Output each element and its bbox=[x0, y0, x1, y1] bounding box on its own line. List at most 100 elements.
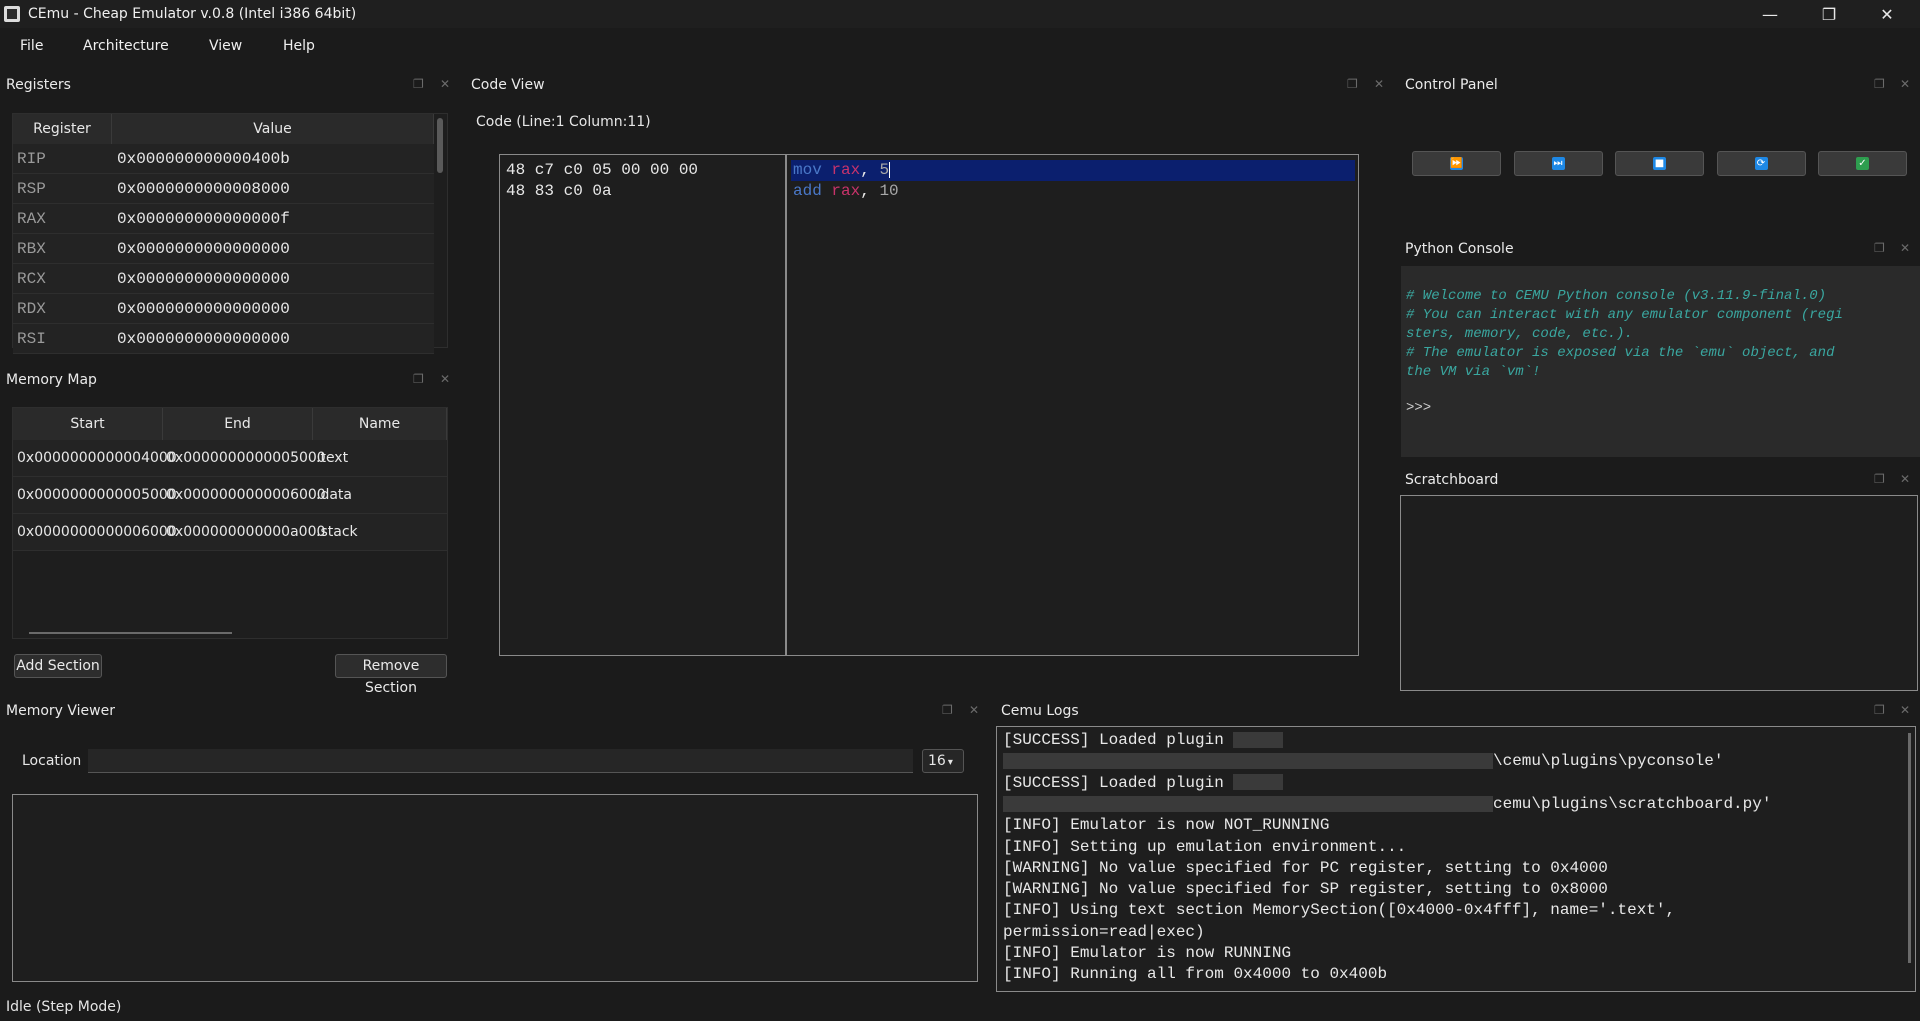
memory-map-name: .stack bbox=[316, 524, 358, 540]
float-icon[interactable]: ❐ bbox=[942, 703, 953, 717]
register-value: 0x0000000000000000 bbox=[117, 330, 290, 348]
memory-map-name: .data bbox=[316, 487, 352, 503]
register-row[interactable]: RIP 0x000000000000400b bbox=[13, 144, 434, 174]
step-button[interactable]: ⏭ bbox=[1513, 151, 1603, 176]
register-name: RSI bbox=[17, 330, 46, 348]
stop-button[interactable]: ■ bbox=[1615, 151, 1704, 176]
reset-icon: ⟳ bbox=[1754, 157, 1768, 170]
float-icon[interactable]: ❐ bbox=[1874, 703, 1885, 717]
python-console[interactable]: # Welcome to CEMU Python console (v3.11.… bbox=[1401, 266, 1920, 457]
code-bytes-panel[interactable]: 48 c7 c0 05 00 00 00 48 83 c0 0a bbox=[499, 154, 786, 656]
scratchboard-editor[interactable] bbox=[1400, 495, 1918, 691]
code-line: add rax, 10 bbox=[793, 182, 899, 200]
memory-map-start: 0x0000000000005000 bbox=[17, 487, 177, 503]
menu-architecture[interactable]: Architecture bbox=[83, 38, 169, 54]
memory-map-row[interactable]: 0x0000000000006000 0x000000000000a000 .sta… bbox=[13, 514, 447, 551]
log-line: [INFO] Setting up emulation environment.… bbox=[1003, 837, 1407, 856]
console-line: # You can interact with any emulator com… bbox=[1406, 307, 1843, 323]
memory-viewer-content[interactable] bbox=[12, 794, 978, 982]
float-icon[interactable]: ❐ bbox=[1874, 77, 1885, 91]
register-row[interactable]: RSP 0x0000000000008000 bbox=[13, 174, 434, 204]
check-button[interactable]: ✓ bbox=[1818, 151, 1907, 176]
chevron-down-icon: ▾ bbox=[947, 757, 953, 768]
restore-button[interactable]: ❐ bbox=[1806, 0, 1852, 28]
size-select[interactable]: 16 ▾ bbox=[922, 749, 964, 773]
logs-panel[interactable]: [SUCCESS] Loaded plugin \cemu\plugins\py… bbox=[996, 726, 1916, 992]
console-line: the VM via `vm`! bbox=[1406, 364, 1541, 380]
memory-map-header-name: Name bbox=[313, 408, 447, 440]
close-icon[interactable]: ✕ bbox=[1374, 77, 1384, 91]
float-icon[interactable]: ❐ bbox=[1347, 77, 1358, 91]
step-icon: ⏭ bbox=[1551, 157, 1565, 170]
memory-map-row[interactable]: 0x0000000000004000 0x0000000000005000 .tex… bbox=[13, 440, 447, 477]
code-view-title: Code View bbox=[471, 77, 545, 93]
close-icon[interactable]: ✕ bbox=[1900, 77, 1910, 91]
memory-map-table: Start End Name 0x0000000000004000 0x00000… bbox=[12, 407, 448, 639]
menu-file[interactable]: File bbox=[20, 38, 43, 54]
register-row[interactable]: RCX 0x0000000000000000 bbox=[13, 264, 434, 294]
registers-header-register: Register bbox=[13, 114, 112, 144]
log-line: permission=read|exec) bbox=[1003, 922, 1205, 941]
memory-map-row[interactable]: 0x0000000000005000 0x0000000000006000 .dat… bbox=[13, 477, 447, 514]
console-prompt: >>> bbox=[1406, 400, 1432, 416]
logs-title: Cemu Logs bbox=[1001, 703, 1079, 719]
memory-map-header-start: Start bbox=[13, 408, 163, 440]
code-editor[interactable]: mov rax, 5 add rax, 10 bbox=[786, 154, 1359, 656]
log-line: [SUCCESS] Loaded plugin bbox=[1003, 774, 1284, 792]
menu-view[interactable]: View bbox=[209, 38, 242, 54]
close-button[interactable]: ✕ bbox=[1864, 0, 1910, 28]
window-title: CEmu - Cheap Emulator v.0.8 (Intel i386 … bbox=[28, 6, 357, 22]
register-row[interactable]: RSI 0x0000000000000000 bbox=[13, 324, 434, 354]
console-line: # Welcome to CEMU Python console (v3.11.… bbox=[1406, 288, 1827, 304]
memory-map-start: 0x0000000000006000 bbox=[17, 524, 177, 540]
registers-header-value: Value bbox=[112, 114, 434, 144]
register-row[interactable]: RAX 0x000000000000000f bbox=[13, 204, 434, 234]
log-line: [INFO] Emulator is now RUNNING bbox=[1003, 944, 1292, 962]
float-icon[interactable]: ❐ bbox=[413, 372, 424, 386]
control-panel-title: Control Panel bbox=[1405, 77, 1498, 93]
float-icon[interactable]: ❐ bbox=[1874, 472, 1885, 486]
run-button[interactable]: ⏩ bbox=[1412, 151, 1501, 176]
bytes-line: 48 c7 c0 05 00 00 00 bbox=[506, 161, 699, 179]
registers-title: Registers bbox=[6, 77, 71, 93]
menu-help[interactable]: Help bbox=[283, 38, 315, 54]
float-icon[interactable]: ❐ bbox=[413, 77, 424, 91]
stop-icon: ■ bbox=[1653, 157, 1666, 170]
register-value: 0x0000000000000000 bbox=[117, 270, 290, 288]
logs-scrollbar[interactable] bbox=[1908, 733, 1911, 963]
close-icon[interactable]: ✕ bbox=[440, 77, 450, 91]
register-row[interactable]: RBX 0x0000000000000000 bbox=[13, 234, 434, 264]
python-console-title: Python Console bbox=[1405, 241, 1514, 257]
register-row[interactable]: RDX 0x0000000000000000 bbox=[13, 294, 434, 324]
app-icon bbox=[4, 6, 20, 22]
register-value: 0x000000000000400b bbox=[117, 150, 290, 168]
redacted-path bbox=[1003, 795, 1493, 812]
close-icon[interactable]: ✕ bbox=[440, 372, 450, 386]
status-text: Idle (Step Mode) bbox=[6, 999, 122, 1015]
log-line: [INFO] Running all from 0x4000 to 0x400b bbox=[1003, 965, 1388, 984]
memory-map-end: 0x0000000000006000 bbox=[166, 487, 326, 503]
add-section-button[interactable]: Add Section bbox=[14, 654, 102, 678]
close-icon[interactable]: ✕ bbox=[969, 703, 979, 717]
minimize-button[interactable]: — bbox=[1747, 0, 1793, 28]
registers-scrollbar[interactable] bbox=[437, 118, 443, 173]
location-input[interactable] bbox=[88, 749, 913, 773]
reset-button[interactable]: ⟳ bbox=[1716, 151, 1806, 176]
register-name: RAX bbox=[17, 210, 46, 228]
register-value: 0x000000000000000f bbox=[117, 210, 290, 228]
redacted-path bbox=[1233, 774, 1284, 791]
log-line: [INFO] Using text section MemorySection(… bbox=[1003, 901, 1676, 920]
close-icon[interactable]: ✕ bbox=[1900, 472, 1910, 486]
console-line: sters, memory, code, etc.). bbox=[1406, 326, 1633, 342]
memory-map-name: .text bbox=[316, 450, 349, 466]
close-icon[interactable]: ✕ bbox=[1900, 241, 1910, 255]
location-label: Location bbox=[22, 753, 82, 769]
run-icon: ⏩ bbox=[1450, 157, 1463, 170]
log-line: [WARNING] No value specified for SP regi… bbox=[1003, 880, 1608, 899]
memory-map-scrollbar[interactable] bbox=[29, 632, 232, 634]
registers-table: Register Value RIP 0x000000000000400b RSP 0… bbox=[12, 113, 448, 354]
float-icon[interactable]: ❐ bbox=[1874, 241, 1885, 255]
close-icon[interactable]: ✕ bbox=[1900, 703, 1910, 717]
scratchboard-title: Scratchboard bbox=[1405, 472, 1499, 488]
remove-section-button[interactable]: Remove Section bbox=[335, 654, 447, 696]
